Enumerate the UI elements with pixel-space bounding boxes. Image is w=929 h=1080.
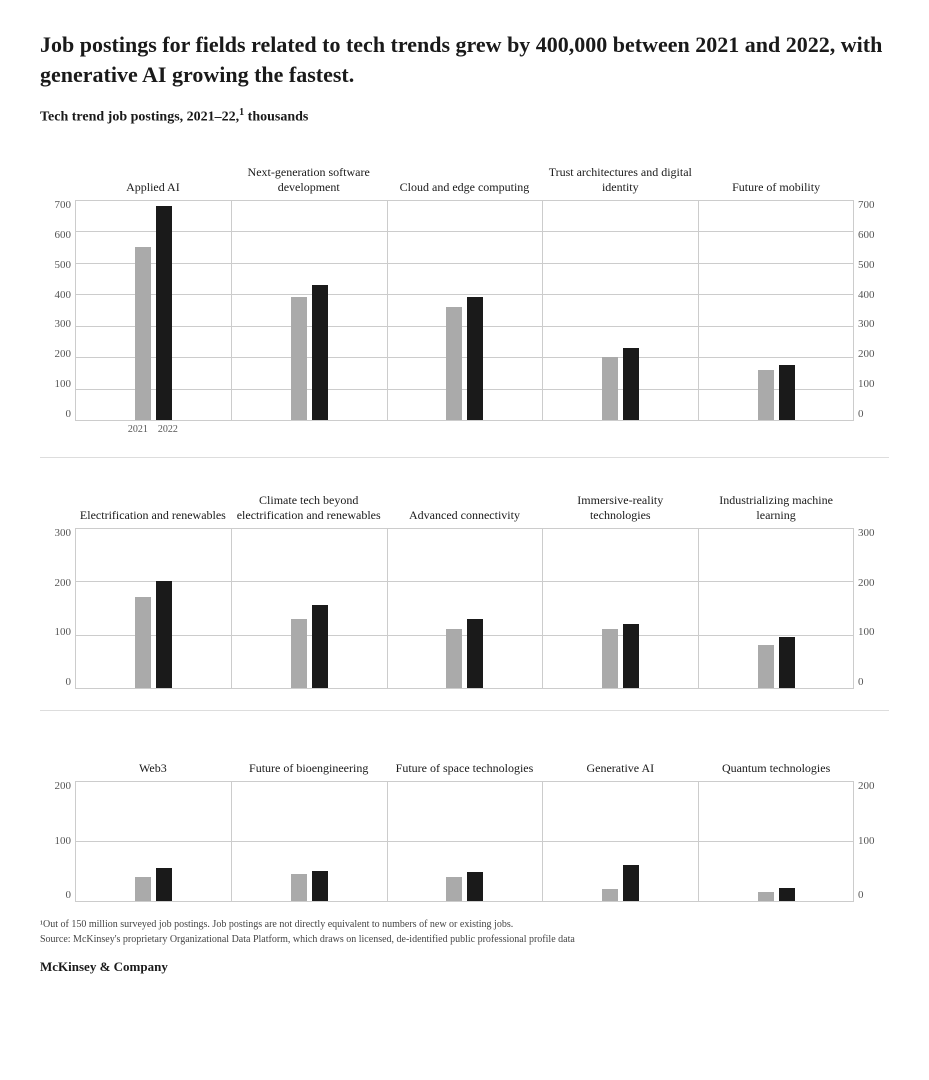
bar-cell-1-2 [387, 528, 543, 688]
charts-container: Applied AINext-generation software devel… [40, 146, 889, 901]
bar-2021-1-3 [602, 629, 618, 688]
bar-2021-0-4 [758, 370, 774, 420]
bar-2021-2-2 [446, 877, 462, 901]
bar-2021-0-3 [602, 357, 618, 420]
footnotes: ¹Out of 150 million surveyed job posting… [40, 917, 889, 947]
y-axis-right-1: 3002001000 [854, 528, 889, 688]
brand-label: McKinsey & Company [40, 959, 889, 975]
bar-2021-1-4 [758, 645, 774, 688]
bar-2021-2-4 [758, 892, 774, 901]
bar-2021-2-0 [135, 877, 151, 901]
chart-title-1-1: Climate tech beyond electrification and … [231, 474, 387, 524]
bar-cell-0-0 [75, 200, 231, 420]
chart-section-1: Electrification and renewablesClimate te… [40, 474, 889, 711]
bar-cell-1-3 [542, 528, 698, 688]
chart-title-0-0: Applied AI [75, 146, 231, 196]
bar-2022-1-1 [312, 605, 328, 688]
bar-2021-1-1 [291, 619, 307, 688]
chart-title-2-2: Future of space technologies [387, 727, 543, 777]
bar-2022-1-2 [467, 619, 483, 688]
chart-title-2-0: Web3 [75, 727, 231, 777]
bar-2022-1-0 [156, 581, 172, 688]
y-axis-right-0: 7006005004003002001000 [854, 200, 889, 420]
chart-title-1-0: Electrification and renewables [75, 474, 231, 524]
bar-cell-1-0 [75, 528, 231, 688]
bar-cell-2-0 [75, 781, 231, 901]
bar-2022-2-0 [156, 868, 172, 901]
y-axis-left-2: 2001000 [40, 781, 75, 901]
bar-2021-0-0 [135, 247, 151, 420]
bar-cell-0-1 [231, 200, 387, 420]
bar-cell-0-3 [542, 200, 698, 420]
bar-2022-0-3 [623, 348, 639, 420]
bar-2021-2-3 [602, 889, 618, 901]
subtitle: Tech trend job postings, 2021–22,1 thous… [40, 107, 889, 126]
chart-title-2-1: Future of bioengineering [231, 727, 387, 777]
chart-title-2-4: Quantum technologies [698, 727, 854, 777]
chart-title-1-2: Advanced connectivity [387, 474, 543, 524]
bar-2021-0-2 [446, 307, 462, 420]
bar-2022-2-4 [779, 888, 795, 901]
chart-section-2: Web3Future of bioengineeringFuture of sp… [40, 727, 889, 901]
bar-cell-1-1 [231, 528, 387, 688]
chart-title-1-3: Immersive-reality technologies [542, 474, 698, 524]
x-label-2022: 2022 [158, 424, 178, 435]
y-axis-left-0: 7006005004003002001000 [40, 200, 75, 420]
bar-2022-2-3 [623, 865, 639, 901]
bar-2021-2-1 [291, 874, 307, 901]
chart-section-0: Applied AINext-generation software devel… [40, 146, 889, 458]
page-title: Job postings for fields related to tech … [40, 30, 889, 89]
bar-2022-1-4 [779, 637, 795, 688]
bar-2022-0-0 [156, 206, 172, 420]
chart-title-2-3: Generative AI [542, 727, 698, 777]
bar-2021-1-0 [135, 597, 151, 688]
bar-2021-0-1 [291, 297, 307, 420]
bar-cell-2-2 [387, 781, 543, 901]
bar-2022-0-2 [467, 297, 483, 420]
chart-title-0-2: Cloud and edge computing [387, 146, 543, 196]
bar-cell-2-4 [698, 781, 854, 901]
bar-cell-1-4 [698, 528, 854, 688]
bar-2022-0-4 [779, 365, 795, 420]
bar-cell-0-2 [387, 200, 543, 420]
chart-title-0-4: Future of mobility [698, 146, 854, 196]
y-axis-left-1: 3002001000 [40, 528, 75, 688]
bar-2021-1-2 [446, 629, 462, 688]
chart-title-0-3: Trust architectures and digital identity [542, 146, 698, 196]
x-label-2021: 2021 [128, 424, 148, 435]
chart-title-1-4: Industrializing machine learning [698, 474, 854, 524]
bar-2022-1-3 [623, 624, 639, 688]
bar-2022-2-1 [312, 871, 328, 901]
bar-cell-0-4 [698, 200, 854, 420]
chart-title-0-1: Next-generation software development [231, 146, 387, 196]
bar-cell-2-1 [231, 781, 387, 901]
bar-2022-2-2 [467, 872, 483, 901]
y-axis-right-2: 2001000 [854, 781, 889, 901]
bar-2022-0-1 [312, 285, 328, 420]
bar-cell-2-3 [542, 781, 698, 901]
